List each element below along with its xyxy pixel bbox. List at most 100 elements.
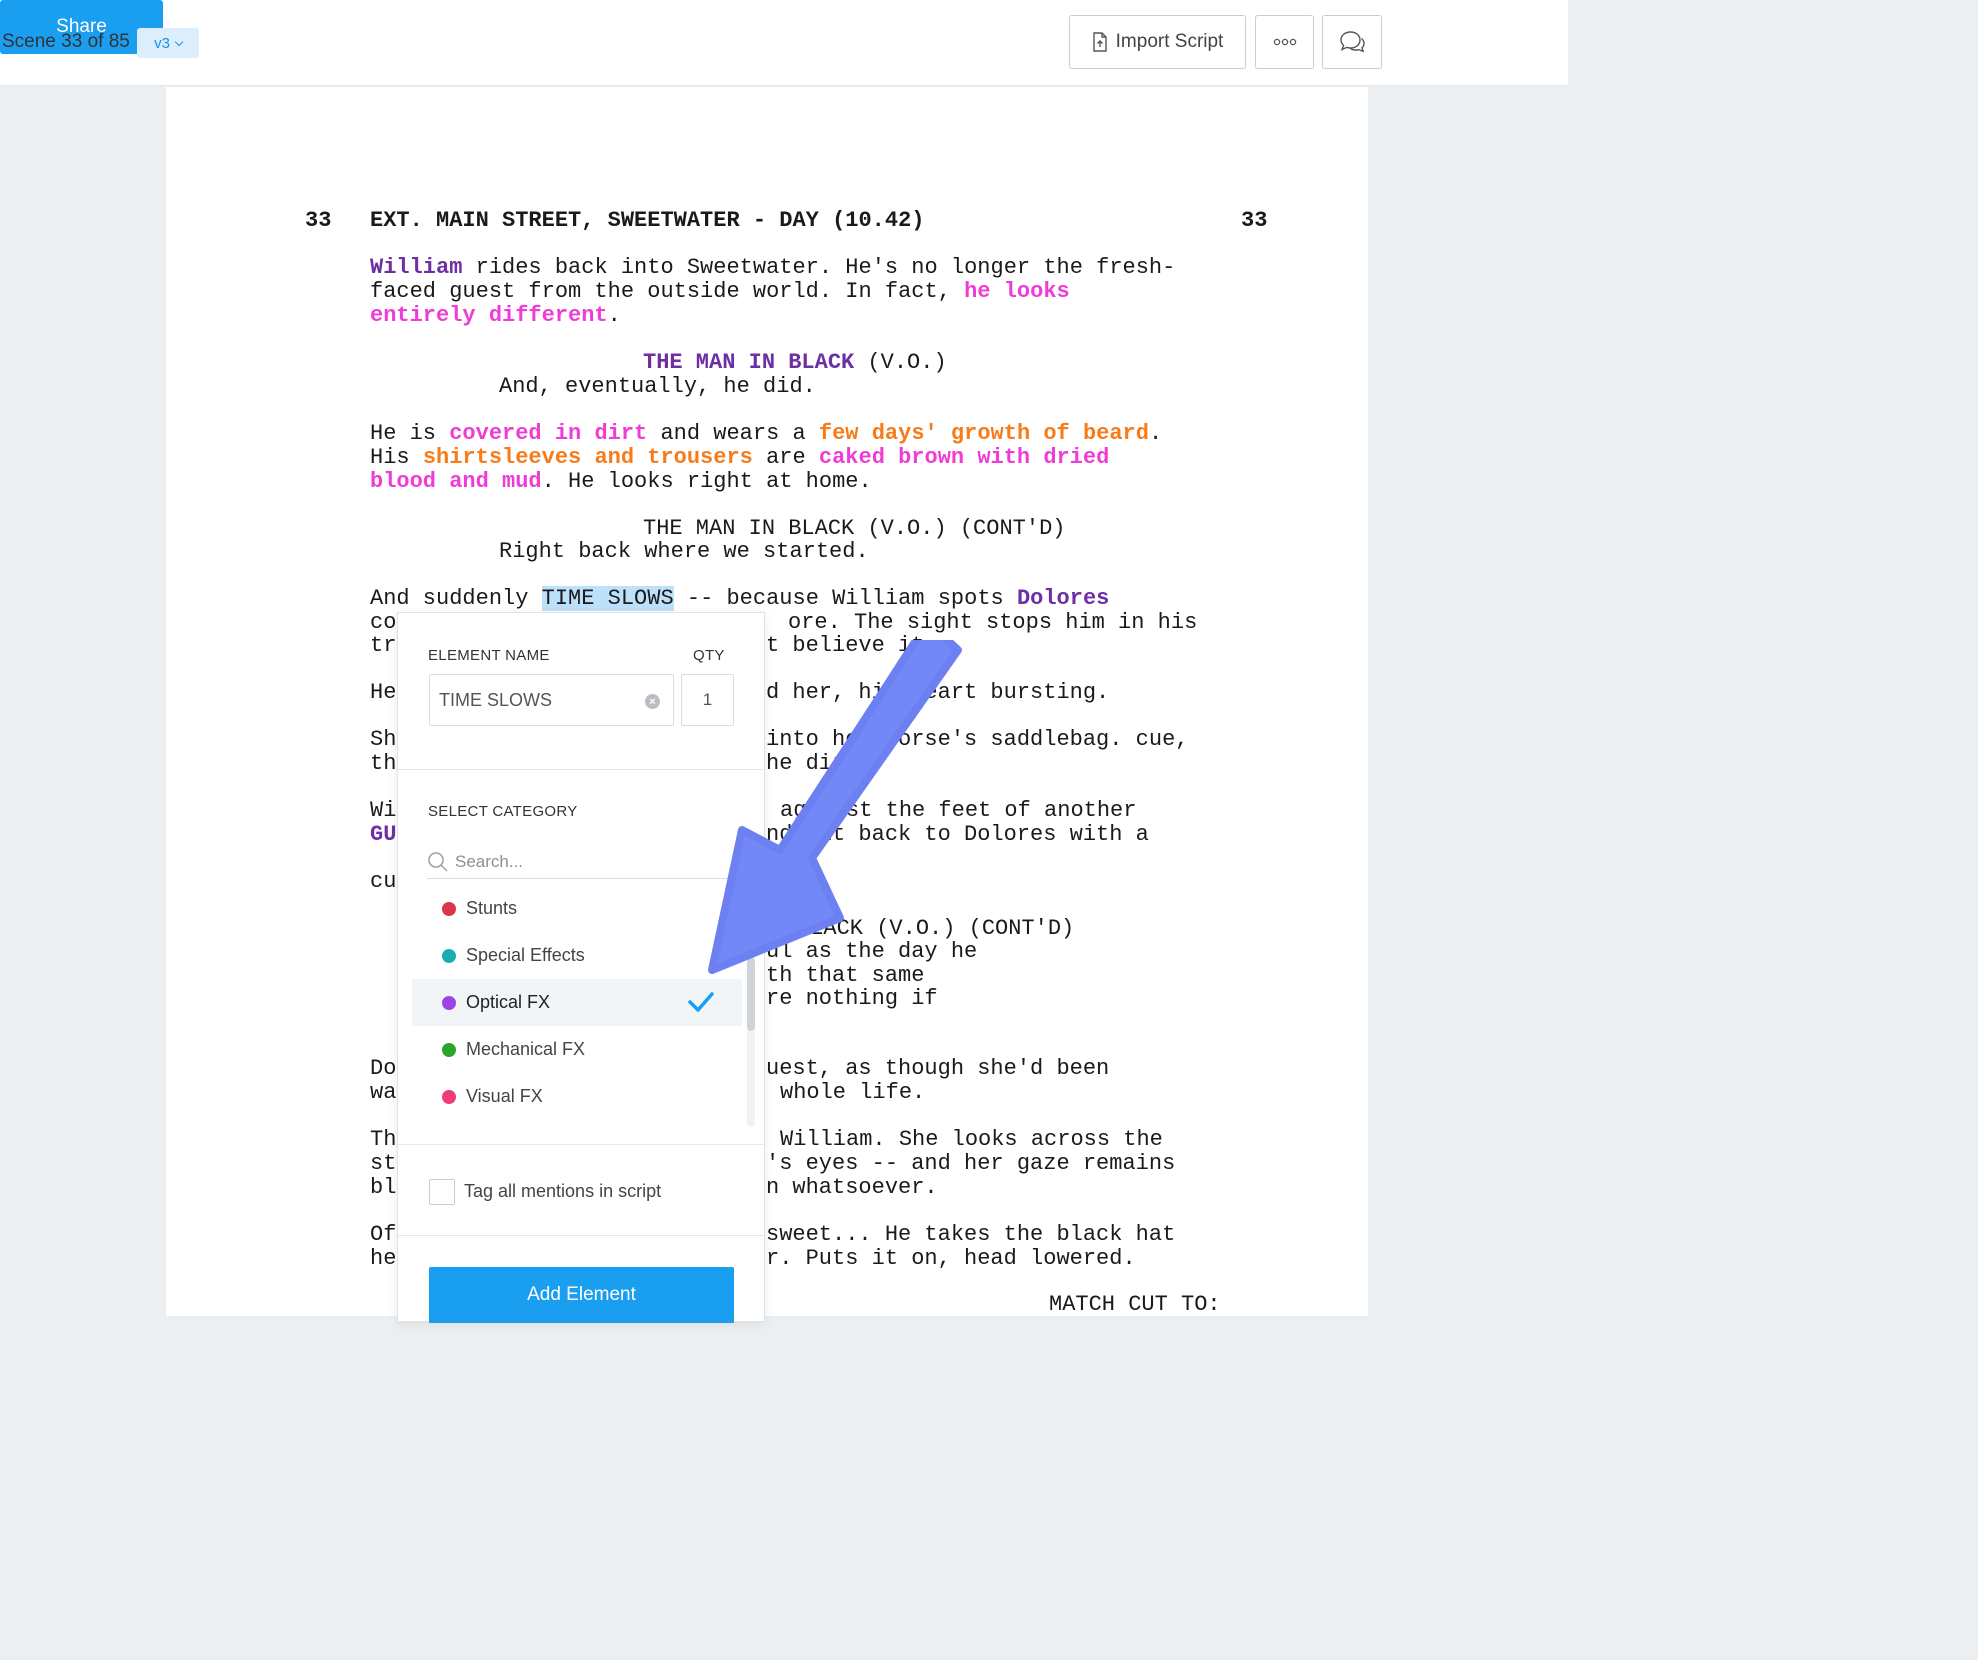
scene-counter: Scene 33 of 85 [2,31,130,52]
tagged-character-fragment[interactable]: GU [370,823,396,847]
import-script-button[interactable]: Import Script [1069,15,1246,69]
tagged-element[interactable]: blood and mud [370,469,542,494]
version-dropdown[interactable]: v3 [137,28,199,58]
action-line: His shirtsleeves and trousers are caked … [370,446,1109,470]
tagged-character[interactable]: Dolores [1017,586,1109,611]
category-label: Mechanical FX [466,1039,586,1059]
category-optical-fx[interactable]: Optical FX [412,979,742,1026]
action-line-fragment: He [370,680,397,705]
tagged-element[interactable]: caked brown with dried [819,445,1109,470]
import-script-label: Import Script [1115,31,1224,52]
action-text: He is [370,421,450,446]
action-text: . [607,303,621,328]
action-text: . He looks right at home. [541,469,872,494]
action-line-fragment: ore. The sight stops him in his [788,610,1198,635]
scene-number-right: 33 [1241,208,1268,233]
action-text: . [1148,421,1163,446]
transition: MATCH CUT TO: [1049,1292,1221,1317]
action-text: faced guest from the outside world. In f… [370,279,965,304]
element-name-label: ELEMENT NAME [428,647,550,664]
checkmark-icon [688,992,714,1012]
action-line: He is covered in dirt and wears a few da… [370,422,1162,446]
action-line: entirely different. [370,304,621,328]
action-line-fragment: Th [370,1127,397,1152]
select-category-label: SELECT CATEGORY [428,803,578,820]
add-element-button[interactable]: Add Element [429,1267,734,1323]
action-line: William rides back into Sweetwater. He's… [370,256,1175,280]
action-line-fragment: co [370,610,397,635]
action-text: are [752,445,819,470]
action-text: rides back into Sweetwater. He's no long… [462,255,1176,280]
comments-button[interactable] [1322,15,1382,69]
action-line-fragment: tr [370,633,397,658]
tag-all-label: Tag all mentions in script [464,1181,662,1201]
tag-all-checkbox[interactable] [429,1179,455,1205]
category-search-input[interactable]: Search... [427,845,737,879]
scene-heading: EXT. MAIN STREET, SWEETWATER - DAY (10.4… [370,208,925,233]
action-line-fragment: r. Puts it on, head lowered. [766,1246,1136,1271]
character-cue: THE MAN IN BLACK (V.O.) (CONT'D) [643,516,1066,541]
dialogue-line: And, eventually, he did. [499,374,816,399]
color-dot-icon [442,995,456,1010]
tagged-element[interactable]: entirely different [370,303,608,328]
category-special-effects[interactable]: Special Effects [412,932,742,979]
action-line-fragment: Sh [370,727,397,752]
action-line-fragment: n whatsoever. [766,1175,938,1200]
search-placeholder: Search... [455,851,524,871]
dialogue-line: Right back where we started. [499,539,869,564]
version-label: v3 [154,34,170,52]
action-line-fragment: th [370,751,397,776]
action-line-fragment: Of [370,1222,397,1247]
action-line-fragment: uest, as though she'd been [766,1056,1110,1081]
category-label: Stunts [466,898,518,918]
tagged-character[interactable]: THE MAN IN BLACK [643,350,854,375]
category-mechanical-fx[interactable]: Mechanical FX [412,1026,742,1073]
action-line-fragment: sweet... He takes the black hat [766,1222,1176,1247]
color-dot-icon [442,948,456,963]
tagged-element[interactable]: covered in dirt [449,421,647,446]
divider [398,1235,764,1236]
action-text: and wears a [647,421,819,446]
color-dot-icon [442,1042,456,1057]
action-line: And suddenly TIME SLOWS -- because Willi… [370,586,1109,611]
category-label: Optical FX [466,992,551,1012]
character-extension: (V.O.) [854,350,947,375]
chevron-down-icon [174,37,184,46]
action-text: -- because William spots [673,586,1017,611]
action-line-fragment: he [370,1246,397,1271]
action-line-fragment: whole life. [780,1080,926,1105]
action-line-fragment: wa [370,1080,397,1105]
category-label: Special Effects [466,945,585,965]
element-name-input[interactable]: TIME SLOWS × [429,674,674,726]
tagged-element[interactable]: he looks [964,279,1070,304]
action-text: And suddenly [370,586,542,611]
clear-icon[interactable]: × [645,694,660,709]
divider [398,1144,764,1145]
more-dots-icon [1273,38,1296,46]
action-line-fragment: bl [370,1175,397,1200]
category-visual-fx[interactable]: Visual FX [412,1073,742,1120]
action-line-fragment: 's eyes -- and her gaze remains [766,1151,1176,1176]
category-stunts[interactable]: Stunts [412,885,742,932]
chat-bubbles-icon [1340,31,1365,53]
tagged-element[interactable]: shirtsleeves and trousers [423,445,753,470]
element-name-value: TIME SLOWS [439,689,553,710]
file-upload-icon [1092,32,1107,52]
action-line-fragment: st [370,1151,397,1176]
action-line-fragment: cu [370,869,397,894]
search-icon [428,851,448,872]
scene-number-left: 33 [305,208,332,233]
color-dot-icon [442,1089,456,1104]
dialogue-fragment: re nothing if [766,986,938,1011]
action-line-fragment: Wi [370,798,397,823]
tagged-element[interactable]: few days' growth of beard [819,421,1149,446]
annotation-arrow-icon [708,640,962,974]
action-line: blood and mud. He looks right at home. [370,470,872,494]
action-line-fragment: Do [370,1056,397,1081]
selected-text[interactable]: TIME SLOWS [541,586,674,611]
category-label: Visual FX [466,1086,543,1106]
action-text: His [370,445,423,470]
more-options-button[interactable] [1255,15,1314,69]
tagged-character[interactable]: William [370,255,462,280]
color-dot-icon [442,901,456,916]
